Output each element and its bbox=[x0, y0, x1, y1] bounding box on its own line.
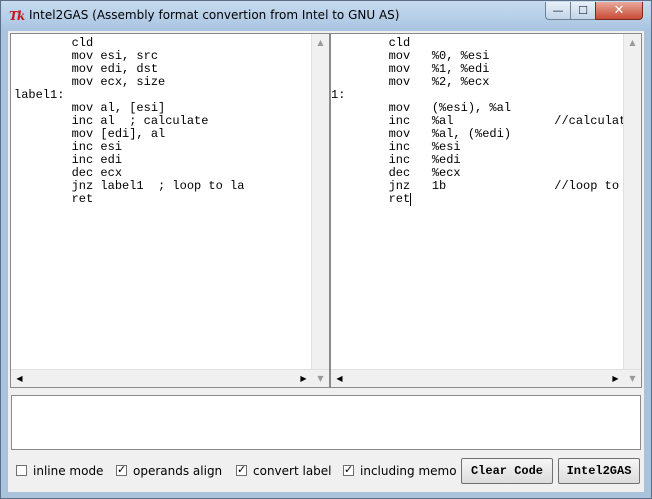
tk-icon: Tk bbox=[9, 9, 25, 23]
scroll-left-icon[interactable]: ◀ bbox=[12, 371, 27, 386]
memo-output-area[interactable] bbox=[11, 395, 641, 450]
maximize-button[interactable]: ☐ bbox=[570, 2, 596, 20]
operands-align-checkbox[interactable]: ✓ operands align bbox=[116, 463, 223, 478]
convert-label-box[interactable]: ✓ bbox=[236, 463, 247, 476]
minimize-button[interactable]: — bbox=[545, 2, 571, 20]
app-window: Tk Intel2GAS (Assembly format convertion… bbox=[0, 0, 652, 499]
inline-mode-label: inline mode bbox=[33, 464, 104, 478]
left-horizontal-scrollbar[interactable]: ◀ ▶ bbox=[11, 369, 329, 387]
close-button[interactable]: ✕ bbox=[595, 2, 643, 20]
check-icon: ✓ bbox=[344, 463, 354, 476]
scroll-up-icon[interactable]: ▲ bbox=[625, 35, 640, 50]
including-memo-box[interactable]: ✓ bbox=[343, 463, 354, 476]
text-cursor bbox=[410, 193, 412, 206]
right-horizontal-scrollbar[interactable]: ◀ ▶ bbox=[331, 369, 641, 387]
intel-code-editor[interactable]: cld mov esi, src mov edi, dst mov ecx, s… bbox=[10, 33, 330, 388]
operands-align-label: operands align bbox=[133, 464, 223, 478]
code-line: mov %2, %ecx bbox=[331, 75, 490, 89]
scroll-up-icon[interactable]: ▲ bbox=[313, 35, 328, 50]
including-memo-label: including memo bbox=[360, 464, 457, 478]
check-icon: ✓ bbox=[237, 463, 247, 476]
gas-code-editor[interactable]: cld mov %0, %esi mov %1, %edi mov %2, %e… bbox=[330, 33, 642, 388]
scroll-down-icon[interactable]: ▼ bbox=[625, 371, 640, 386]
operands-align-box[interactable]: ✓ bbox=[116, 463, 127, 476]
scroll-left-icon[interactable]: ◀ bbox=[332, 371, 347, 386]
title-bar[interactable]: Tk Intel2GAS (Assembly format convertion… bbox=[1, 1, 651, 31]
intel2gas-button[interactable]: Intel2GAS bbox=[558, 458, 640, 484]
scroll-down-icon[interactable]: ▼ bbox=[313, 371, 328, 386]
options-toolbar: inline mode ✓ operands align ✓ convert lab… bbox=[8, 455, 644, 487]
including-memo-checkbox[interactable]: ✓ including memo bbox=[343, 463, 457, 478]
client-area: cld mov esi, src mov edi, dst mov ecx, s… bbox=[8, 31, 644, 492]
gas-code-text[interactable]: cld mov %0, %esi mov %1, %edi mov %2, %e… bbox=[331, 37, 641, 206]
scroll-right-icon[interactable]: ▶ bbox=[608, 371, 623, 386]
scroll-right-icon[interactable]: ▶ bbox=[296, 371, 311, 386]
right-vertical-scrollbar[interactable]: ▲ bbox=[623, 34, 641, 370]
convert-label-label: convert label bbox=[253, 464, 332, 478]
inline-mode-checkbox[interactable]: inline mode bbox=[16, 464, 103, 478]
code-line: ret bbox=[14, 192, 94, 206]
intel-code-text[interactable]: cld mov esi, src mov edi, dst mov ecx, s… bbox=[14, 37, 244, 206]
code-line: ret bbox=[331, 192, 412, 206]
convert-label-checkbox[interactable]: ✓ convert label bbox=[236, 463, 332, 478]
window-title: Intel2GAS (Assembly format convertion fr… bbox=[29, 8, 400, 22]
left-vertical-scrollbar[interactable]: ▲ bbox=[311, 34, 329, 370]
clear-code-button[interactable]: Clear Code bbox=[461, 458, 553, 484]
inline-mode-box[interactable] bbox=[16, 465, 27, 476]
check-icon: ✓ bbox=[117, 463, 127, 476]
